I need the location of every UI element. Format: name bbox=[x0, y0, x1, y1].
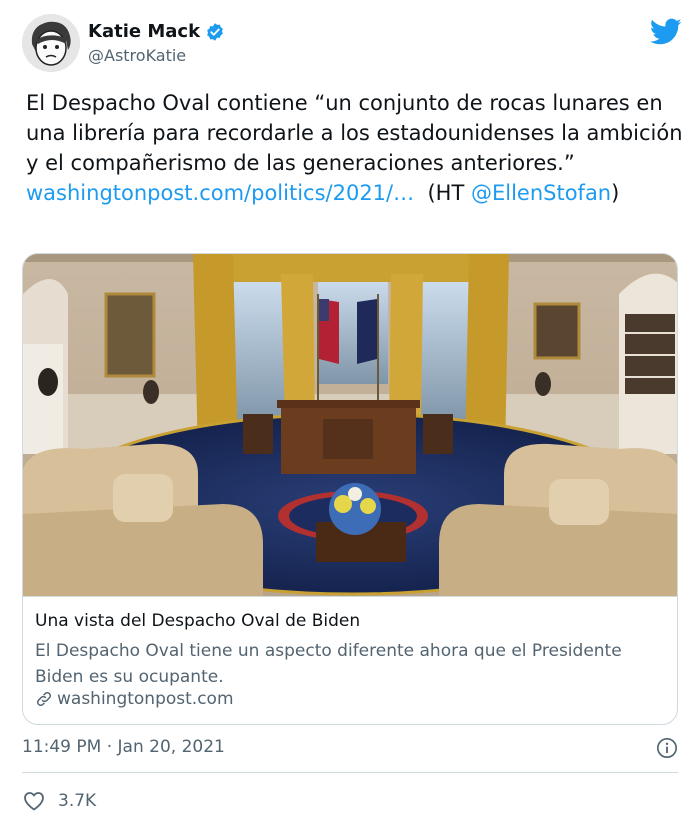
divider bbox=[22, 772, 678, 773]
link-icon bbox=[36, 691, 52, 707]
avatar[interactable] bbox=[22, 14, 80, 72]
ht-suffix: ) bbox=[611, 181, 620, 205]
card-domain[interactable]: washingtonpost.com bbox=[57, 689, 234, 709]
verified-badge-icon bbox=[207, 22, 223, 41]
mention-link[interactable]: @EllenStofan bbox=[471, 181, 611, 205]
tweet-text: El Despacho Oval contiene “un conjunto d… bbox=[26, 88, 686, 208]
link-card[interactable]: Una vista del Despacho Oval de Biden El … bbox=[22, 253, 678, 725]
like-count: 3.7K bbox=[58, 791, 97, 811]
card-image[interactable] bbox=[23, 254, 678, 596]
tweet-date[interactable]: Jan 20, 2021 bbox=[118, 737, 225, 757]
twitter-bird-icon[interactable] bbox=[650, 18, 682, 46]
info-icon[interactable] bbox=[656, 737, 678, 759]
tweet-time[interactable]: 11:49 PM bbox=[22, 737, 101, 757]
name-row[interactable]: Katie Mack bbox=[88, 21, 225, 42]
card-title[interactable]: Una vista del Despacho Oval de Biden bbox=[35, 611, 360, 631]
card-domain-row[interactable]: washingtonpost.com bbox=[35, 689, 234, 709]
author-name[interactable]: Katie Mack bbox=[88, 21, 200, 42]
timestamp[interactable]: 11:49 PM · Jan 20, 2021 bbox=[22, 737, 225, 757]
card-body[interactable]: Una vista del Despacho Oval de Biden El … bbox=[23, 596, 677, 724]
author-handle[interactable]: @AstroKatie bbox=[88, 46, 186, 65]
likes-row[interactable]: 3.7K bbox=[22, 789, 96, 813]
tweet-body: El Despacho Oval contiene “un conjunto d… bbox=[26, 91, 683, 175]
card-description: El Despacho Oval tiene un aspecto difere… bbox=[35, 641, 622, 687]
tweet-header: Katie Mack @AstroKatie bbox=[22, 14, 682, 76]
heart-icon[interactable] bbox=[22, 789, 46, 813]
ht-prefix: (HT bbox=[414, 181, 471, 205]
tweet-link[interactable]: washingtonpost.com/politics/2021/… bbox=[26, 181, 414, 205]
timestamp-separator: · bbox=[101, 737, 118, 757]
